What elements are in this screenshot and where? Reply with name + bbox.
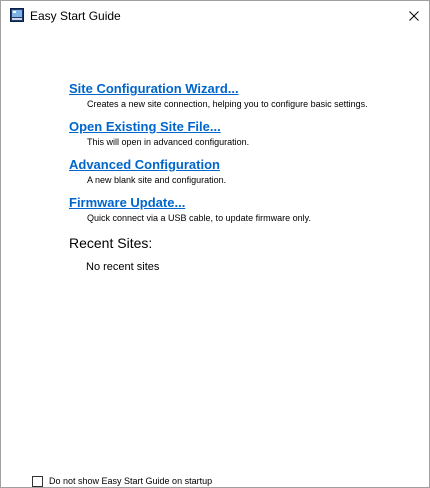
recent-sites-empty-text: No recent sites <box>86 261 160 273</box>
recent-sites-heading: Recent Sites: <box>69 235 153 251</box>
do-not-show-checkbox[interactable] <box>32 476 43 487</box>
do-not-show-label: Do not show Easy Start Guide on startup <box>49 476 213 486</box>
advanced-configuration-description: A new blank site and configuration. <box>87 175 227 185</box>
entry-site-configuration-wizard: Site Configuration Wizard... Creates a n… <box>69 81 368 110</box>
site-configuration-wizard-description: Creates a new site connection, helping y… <box>87 99 368 109</box>
startup-option[interactable]: Do not show Easy Start Guide on startup <box>32 476 212 487</box>
firmware-update-link[interactable]: Firmware Update... <box>69 195 311 211</box>
entry-open-existing-site-file: Open Existing Site File... This will ope… <box>69 119 249 148</box>
app-window-icon <box>10 8 24 22</box>
entry-firmware-update: Firmware Update... Quick connect via a U… <box>69 195 311 224</box>
firmware-update-description: Quick connect via a USB cable, to update… <box>87 213 311 223</box>
easy-start-window: Easy Start Guide Site Configuration Wiza… <box>0 0 430 488</box>
open-existing-site-file-description: This will open in advanced configuration… <box>87 137 250 147</box>
window-title: Easy Start Guide <box>30 9 121 23</box>
site-configuration-wizard-link[interactable]: Site Configuration Wizard... <box>69 81 368 97</box>
open-existing-site-file-link[interactable]: Open Existing Site File... <box>69 119 249 135</box>
advanced-configuration-link[interactable]: Advanced Configuration <box>69 157 226 173</box>
close-icon[interactable] <box>409 11 419 21</box>
title-bar: Easy Start Guide <box>1 1 429 31</box>
entry-advanced-configuration: Advanced Configuration A new blank site … <box>69 157 226 186</box>
close-button[interactable] <box>399 1 429 31</box>
